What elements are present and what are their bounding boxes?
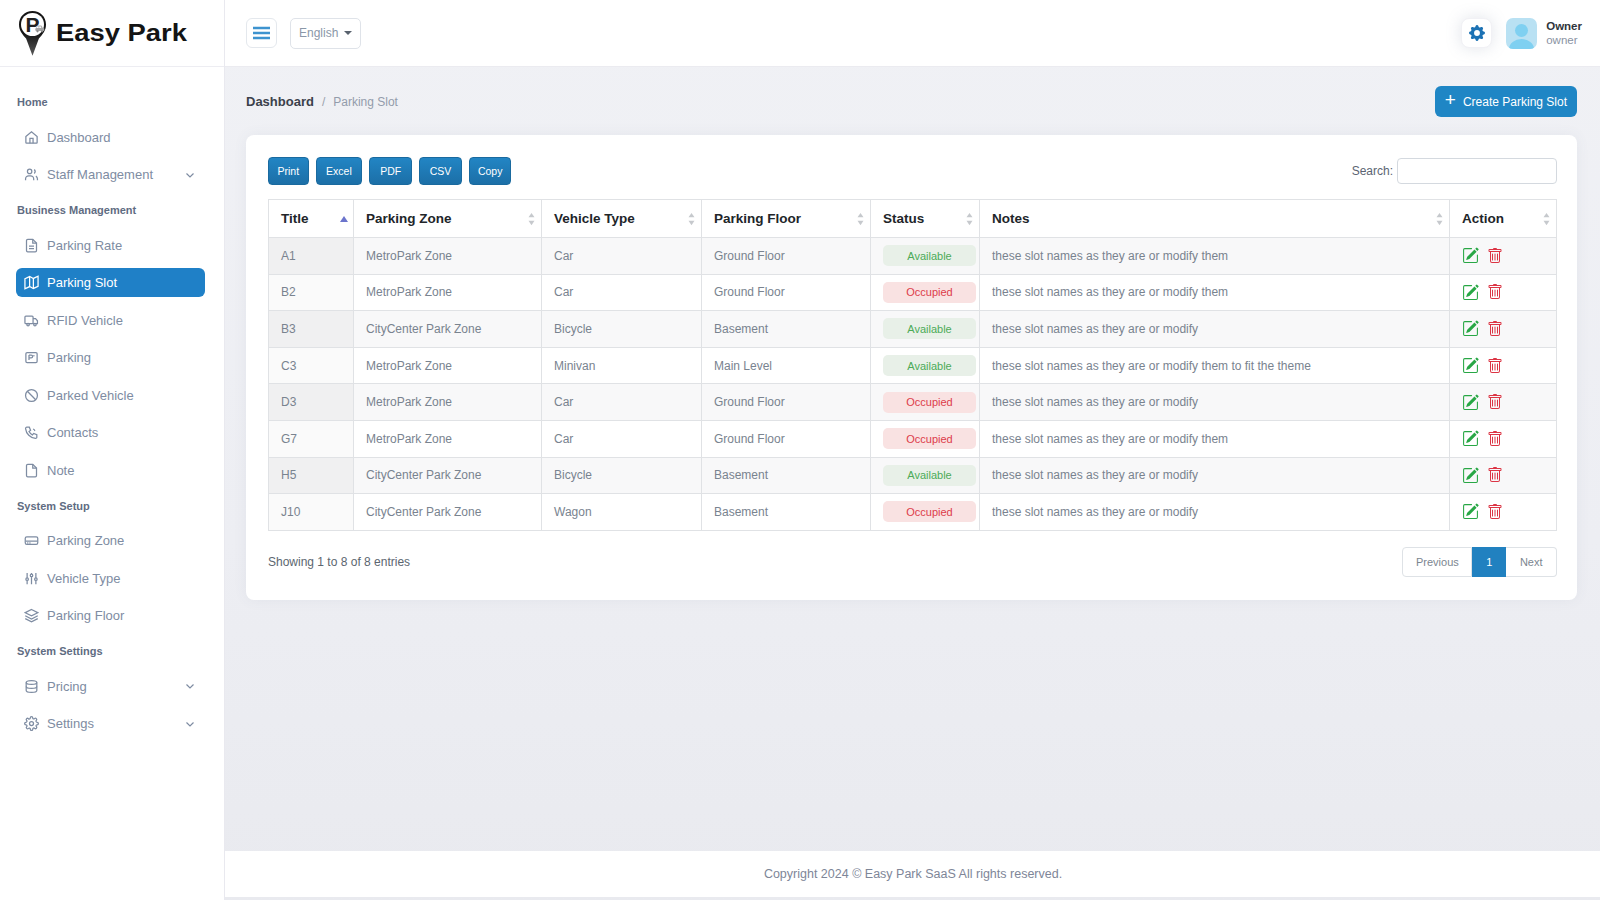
svg-text:P: P [25,13,39,36]
